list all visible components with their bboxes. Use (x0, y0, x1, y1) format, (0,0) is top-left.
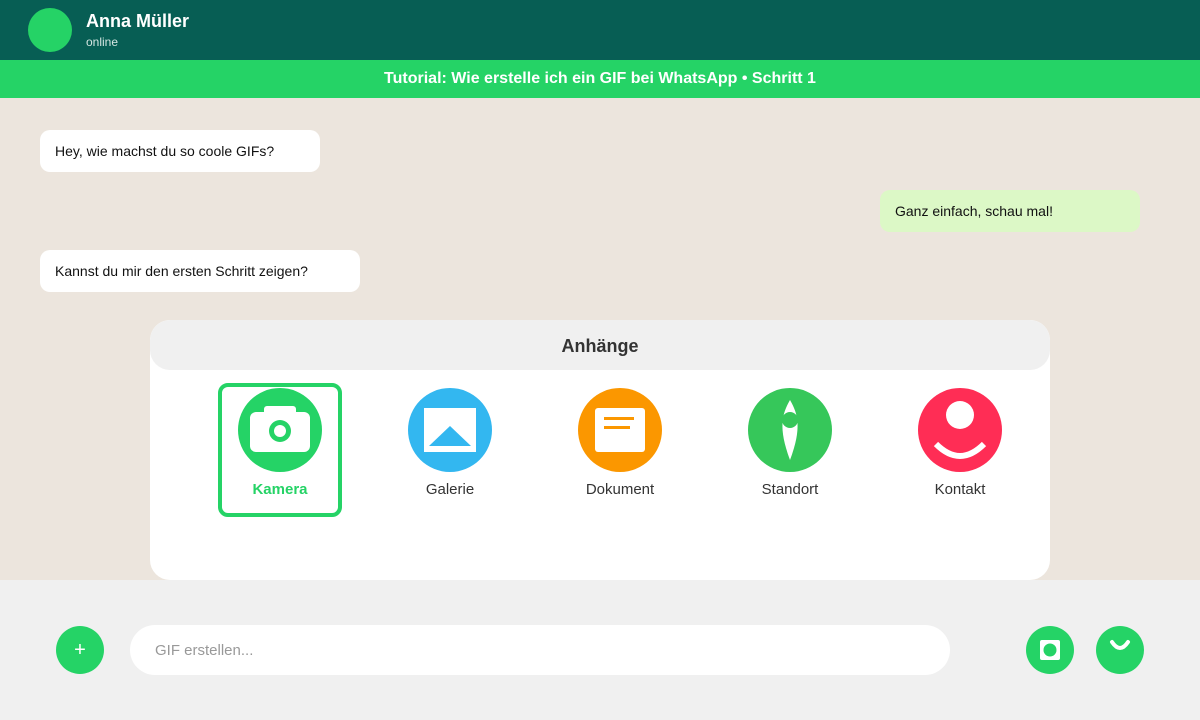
contact-icon (918, 388, 1002, 472)
attach-option-label: Kamera (252, 481, 308, 498)
record-icon (1040, 640, 1060, 660)
attachment-sheet-title: Anhänge (150, 320, 1050, 370)
attach-option-location[interactable]: Standort (728, 383, 852, 517)
tutorial-banner: Tutorial: Wie erstelle ich ein GIF bei W… (0, 60, 1200, 98)
message-outgoing: Ganz einfach, schau mal! (880, 190, 1140, 232)
attach-option-label: Dokument (585, 481, 655, 498)
chat-header: Anna Müller online (0, 0, 1200, 60)
input-bar: + (0, 580, 1200, 720)
document-icon (578, 388, 662, 472)
attach-option-document[interactable]: Dokument (558, 383, 682, 517)
message-incoming: Hey, wie machst du so coole GIFs? (40, 130, 320, 172)
attach-option-label: Standort (761, 481, 819, 498)
gallery-icon (408, 388, 492, 472)
camera-icon (238, 388, 322, 472)
contact-status: online (86, 35, 119, 49)
contact-name[interactable]: Anna Müller (86, 11, 189, 32)
camera-button[interactable] (1026, 626, 1074, 674)
attach-option-label: Galerie (425, 481, 475, 498)
plus-button[interactable]: + (56, 626, 104, 674)
chevron-down-icon (1110, 640, 1130, 650)
attach-option-gallery[interactable]: Galerie (388, 383, 512, 517)
attach-option-contact[interactable]: Kontakt (898, 383, 1022, 517)
send-button[interactable] (1096, 626, 1144, 674)
attachment-sheet: Anhänge Kamera Galerie Dokument Standort… (150, 320, 1050, 580)
location-icon (748, 388, 832, 472)
message-incoming: Kannst du mir den ersten Schritt zeigen? (40, 250, 360, 292)
message-input[interactable] (130, 625, 950, 675)
avatar[interactable] (28, 8, 72, 52)
attach-option-label: Kontakt (934, 481, 986, 498)
attach-option-camera[interactable]: Kamera (218, 383, 342, 517)
